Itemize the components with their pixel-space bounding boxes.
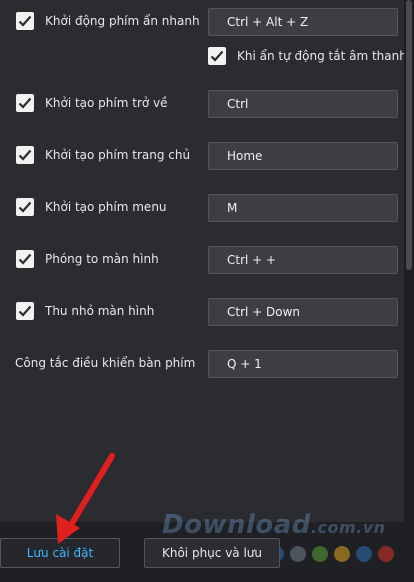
settings-panel: Khởi động phím ẩn nhanh Ctrl + Alt + Z K… [0, 0, 407, 522]
watermark-dot [378, 546, 394, 562]
quick-hide-label: Khởi động phím ẩn nhanh [45, 14, 200, 28]
zoom-out-label: Thu nhỏ màn hình [45, 304, 155, 318]
back-key-field[interactable]: Ctrl [208, 90, 398, 118]
menu-key-label: Khởi tạo phím menu [45, 200, 167, 214]
checkmark-icon [18, 149, 32, 161]
zoom-in-label: Phóng to màn hình [45, 252, 159, 266]
keyboard-control-field[interactable]: Q + 1 [208, 350, 398, 378]
scrollbar[interactable] [404, 0, 414, 522]
zoom-out-checkbox[interactable] [16, 302, 34, 320]
auto-mute-checkbox[interactable] [208, 47, 226, 65]
zoom-in-checkbox[interactable] [16, 250, 34, 268]
quick-hide-hotkey-field[interactable]: Ctrl + Alt + Z [208, 8, 398, 36]
home-key-checkbox[interactable] [16, 146, 34, 164]
checkmark-icon [18, 305, 32, 317]
back-key-label: Khởi tạo phím trở về [45, 96, 168, 110]
back-key-checkbox[interactable] [16, 94, 34, 112]
auto-mute-label: Khi ẩn tự động tắt âm thanh [237, 49, 407, 63]
home-key-field[interactable]: Home [208, 142, 398, 170]
keyboard-control-label: Công tắc điều khiển bàn phím [15, 356, 196, 370]
restore-and-save-button[interactable]: Khôi phục và lưu [144, 538, 280, 568]
checkmark-icon [18, 201, 32, 213]
checkmark-icon [210, 50, 224, 62]
checkmark-icon [18, 97, 32, 109]
quick-hide-checkbox[interactable] [16, 12, 34, 30]
watermark-dot [290, 546, 306, 562]
zoom-in-field[interactable]: Ctrl + + [208, 246, 398, 274]
menu-key-checkbox[interactable] [16, 198, 34, 216]
checkmark-icon [18, 253, 32, 265]
menu-key-field[interactable]: M [208, 194, 398, 222]
red-arrow-annotation [56, 453, 115, 544]
watermark-dot [334, 546, 350, 562]
checkmark-icon [18, 15, 32, 27]
watermark-logo: Download.com.vn [162, 510, 386, 540]
home-key-label: Khởi tạo phím trang chủ [45, 148, 191, 162]
watermark-dot [356, 546, 372, 562]
zoom-out-field[interactable]: Ctrl + Down [208, 298, 398, 326]
watermark-dot [312, 546, 328, 562]
scrollbar-thumb[interactable] [406, 0, 412, 270]
